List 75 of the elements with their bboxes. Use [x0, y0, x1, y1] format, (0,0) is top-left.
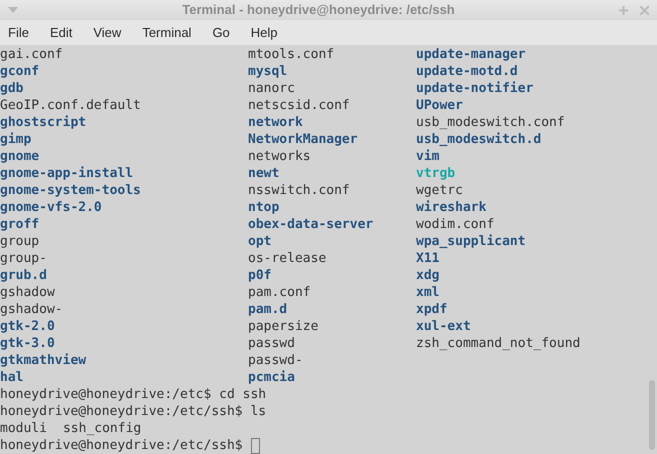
file-name: obex-data-server — [248, 216, 374, 233]
file-name: netscsid.conf — [248, 97, 351, 114]
file-name: gnome-system-tools — [0, 182, 142, 199]
file-name: GeoIP.conf.default — [0, 97, 142, 114]
file-name: groff — [0, 216, 40, 233]
file-name: passwd — [248, 335, 296, 352]
file-name: group- — [0, 250, 48, 267]
file-name: ghostscript — [0, 114, 88, 131]
file-name: moduli — [0, 420, 47, 437]
text-cursor — [250, 438, 260, 454]
file-name: newt — [248, 165, 280, 182]
file-name: pcmcia — [248, 369, 296, 386]
file-name: ssh_config — [62, 420, 142, 437]
menu-item[interactable]: View — [93, 22, 122, 42]
file-name: wireshark — [416, 199, 488, 216]
terminal-line: honeydrive@honeydrive:/etc/ssh$ ls — [0, 404, 266, 419]
file-name: vtrgb — [416, 165, 456, 182]
file-name: gimp — [0, 131, 32, 148]
file-name: update-motd.d — [416, 63, 519, 80]
file-name: gtk-3.0 — [0, 335, 56, 352]
file-name: update-notifier — [416, 80, 534, 97]
file-name: nsswitch.conf — [248, 182, 351, 199]
file-name: xpdf — [416, 301, 448, 318]
file-name: gshadow- — [0, 301, 64, 318]
file-name: wpa_supplicant — [416, 233, 527, 250]
file-name: hal — [0, 369, 24, 386]
maximize-icon[interactable] — [619, 6, 628, 14]
menu-item[interactable]: File — [8, 22, 29, 42]
file-name: NetworkManager — [248, 131, 359, 148]
close-icon[interactable] — [640, 6, 649, 14]
menu-item[interactable]: Help — [250, 22, 278, 42]
file-name: pam.conf — [248, 284, 312, 301]
file-name: mysql — [248, 63, 288, 80]
file-name: ntop — [248, 199, 280, 216]
file-name: zsh_command_not_found — [416, 335, 582, 352]
menu-item[interactable]: Terminal — [142, 22, 192, 42]
file-name: grub.d — [0, 267, 48, 284]
terminal-line: honeydrive@honeydrive:/etc$ cd ssh — [0, 387, 266, 402]
file-name: gai.conf — [0, 46, 64, 63]
file-name: gnome-app-install — [0, 165, 134, 182]
file-name: networks — [248, 148, 312, 165]
file-name: gconf — [0, 63, 40, 80]
file-name: pam.d — [248, 301, 288, 318]
scrollbar-thumb[interactable] — [649, 380, 655, 450]
menu-item[interactable]: Edit — [50, 22, 72, 42]
caret-icon[interactable] — [8, 7, 18, 13]
file-name: wgetrc — [416, 182, 464, 199]
file-name: nanorc — [248, 80, 296, 97]
file-name: usb_modeswitch.conf — [416, 114, 566, 131]
file-name: gnome-vfs-2.0 — [0, 199, 103, 216]
file-name: gtk-2.0 — [0, 318, 56, 335]
file-name: vim — [416, 148, 440, 165]
file-name: mtools.conf — [248, 46, 336, 63]
file-name: xml — [416, 284, 440, 301]
file-name: xdg — [416, 267, 440, 284]
file-name: opt — [248, 233, 272, 250]
window-title: Terminal - honeydrive@honeydrive: /etc/ssh — [181, 1, 456, 20]
file-name: usb_modeswitch.d — [416, 131, 542, 148]
file-name: os-release — [248, 250, 328, 267]
file-name: group — [0, 233, 40, 250]
file-name: p0f — [248, 267, 272, 284]
file-name: gtkmathview — [0, 352, 88, 369]
file-name: network — [248, 114, 304, 131]
file-name: X11 — [416, 250, 440, 267]
file-name: passwd- — [248, 352, 304, 369]
file-name: gshadow — [0, 284, 56, 301]
file-name: papersize — [248, 318, 320, 335]
file-name: update-manager — [416, 46, 527, 63]
file-name: gnome — [0, 148, 40, 165]
file-name: xul-ext — [416, 318, 472, 335]
terminal-prompt: honeydrive@honeydrive:/etc/ssh$ — [0, 437, 243, 454]
file-name: gdb — [0, 80, 24, 97]
file-name: wodim.conf — [416, 216, 496, 233]
menu-item[interactable]: Go — [212, 22, 230, 42]
file-name: UPower — [416, 97, 464, 114]
